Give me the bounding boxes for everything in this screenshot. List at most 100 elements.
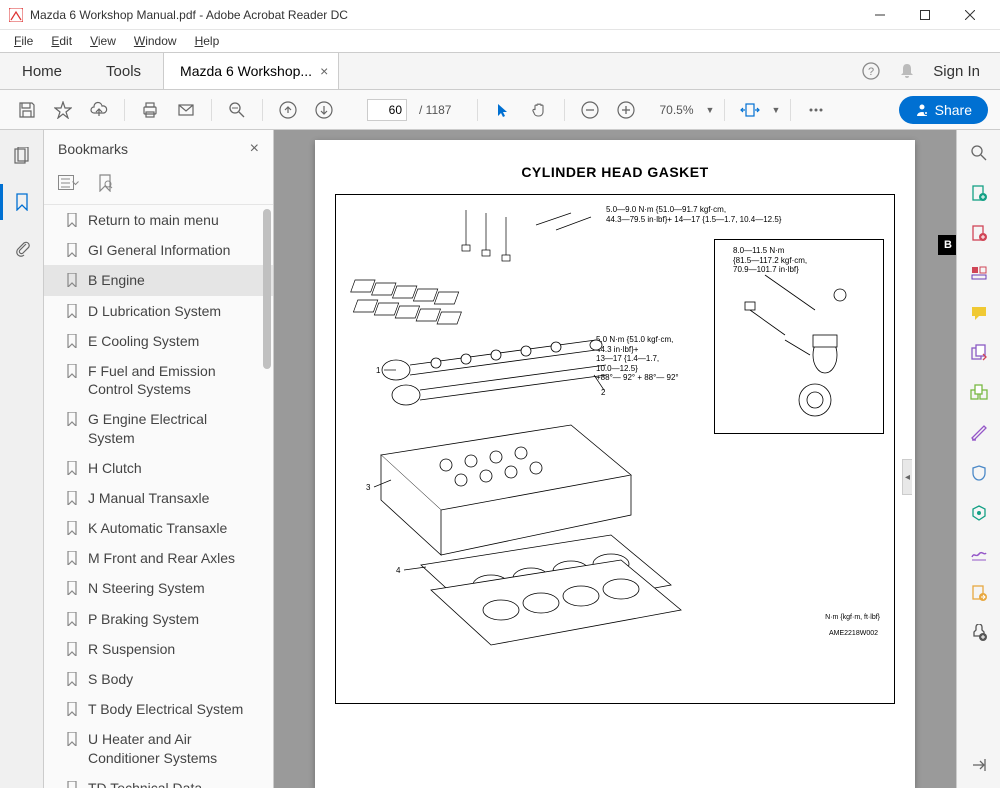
tab-document[interactable]: Mazda 6 Workshop... × <box>163 53 339 89</box>
bookmark-item[interactable]: F Fuel and Emission Control Systems <box>44 356 273 404</box>
bookmark-label: D Lubrication System <box>88 302 261 320</box>
comment-icon[interactable] <box>968 302 990 324</box>
bookmark-item[interactable]: TD Technical Data <box>44 773 273 788</box>
zoom-level-label[interactable]: 70.5% <box>655 101 697 119</box>
bookmark-ribbon-icon <box>66 461 80 475</box>
bookmark-item[interactable]: R Suspension <box>44 634 273 664</box>
prev-page-icon[interactable] <box>273 95 303 125</box>
email-icon[interactable] <box>171 95 201 125</box>
bookmark-label: S Body <box>88 670 261 688</box>
create-pdf-icon[interactable] <box>968 222 990 244</box>
selection-tool-icon[interactable] <box>488 95 518 125</box>
figure-id: AME2218W002 <box>829 630 878 637</box>
signin-link[interactable]: Sign In <box>933 63 980 80</box>
expand-panel-icon[interactable] <box>968 754 990 776</box>
help-icon[interactable]: ? <box>861 61 881 81</box>
thumbnails-icon[interactable] <box>8 142 36 170</box>
fill-sign-icon[interactable] <box>968 542 990 564</box>
bookmark-item[interactable]: J Manual Transaxle <box>44 483 273 513</box>
star-icon[interactable] <box>48 95 78 125</box>
fit-width-icon[interactable] <box>735 95 765 125</box>
left-rail <box>0 130 44 788</box>
bookmark-ribbon-icon <box>66 781 80 788</box>
page-number-input[interactable] <box>367 99 407 121</box>
bookmarks-icon[interactable] <box>8 188 36 216</box>
bookmark-item[interactable]: B Engine <box>44 265 273 295</box>
document-view[interactable]: B CYLINDER HEAD GASKET 5.0—9.0 N·m {51.0… <box>274 130 956 788</box>
tabbar: Home Tools Mazda 6 Workshop... × ? Sign … <box>0 52 1000 90</box>
more-tools-right-icon[interactable] <box>968 622 990 644</box>
tab-home[interactable]: Home <box>0 53 84 89</box>
menu-view[interactable]: View <box>82 32 124 50</box>
bookmark-label: N Steering System <box>88 579 261 597</box>
bookmark-ribbon-icon <box>66 334 80 348</box>
bookmark-item[interactable]: E Cooling System <box>44 326 273 356</box>
window-controls <box>857 0 992 30</box>
print-icon[interactable] <box>135 95 165 125</box>
bookmark-label: M Front and Rear Axles <box>88 549 261 567</box>
tab-close-icon[interactable]: × <box>320 63 328 79</box>
bookmark-item[interactable]: M Front and Rear Axles <box>44 543 273 573</box>
more-tools-icon[interactable] <box>801 95 831 125</box>
bookmark-item[interactable]: K Automatic Transaxle <box>44 513 273 543</box>
bookmarks-options-icon[interactable] <box>58 172 80 194</box>
combine-files-icon[interactable] <box>968 342 990 364</box>
find-icon[interactable] <box>222 95 252 125</box>
compress-icon[interactable] <box>968 502 990 524</box>
zoom-out-icon[interactable] <box>575 95 605 125</box>
zoom-in-icon[interactable] <box>611 95 641 125</box>
bookmarks-list[interactable]: Return to main menu GI General Informatio… <box>44 205 273 788</box>
bookmarks-scrollbar[interactable] <box>263 209 271 369</box>
right-panel-collapse-handle[interactable]: ◂ <box>902 459 912 495</box>
window-title: Mazda 6 Workshop Manual.pdf - Adobe Acro… <box>30 8 857 22</box>
bookmark-item[interactable]: GI General Information <box>44 235 273 265</box>
hand-tool-icon[interactable] <box>524 95 554 125</box>
units-footnote: N·m {kgf·m, ft·lbf} <box>825 614 880 621</box>
bookmark-item[interactable]: Return to main menu <box>44 205 273 235</box>
bookmark-item[interactable]: U Heater and Air Conditioner Systems <box>44 724 273 772</box>
pdf-icon <box>8 7 24 23</box>
diagram: 5.0—9.0 N·m {51.0—91.7 kgf·cm, 44.3—79.5… <box>335 194 895 704</box>
next-page-icon[interactable] <box>309 95 339 125</box>
bookmarks-panel: Bookmarks × Return to main menuGI Genera… <box>44 130 274 788</box>
share-button-label: Share <box>935 102 972 118</box>
edit-pdf-icon[interactable] <box>968 262 990 284</box>
cloud-icon[interactable] <box>84 95 114 125</box>
bookmarks-find-icon[interactable] <box>94 172 116 194</box>
bookmark-label: G Engine Electrical System <box>88 410 261 446</box>
bookmark-ribbon-icon <box>66 551 80 565</box>
bookmark-item[interactable]: N Steering System <box>44 573 273 603</box>
bookmark-label: T Body Electrical System <box>88 700 261 718</box>
bookmark-item[interactable]: T Body Electrical System <box>44 694 273 724</box>
zoom-dropdown-icon[interactable]: ▼ <box>706 105 715 115</box>
bookmark-item[interactable]: H Clutch <box>44 453 273 483</box>
menu-window[interactable]: Window <box>126 32 185 50</box>
redact-icon[interactable] <box>968 422 990 444</box>
bookmark-item[interactable]: D Lubrication System <box>44 296 273 326</box>
send-icon[interactable] <box>968 582 990 604</box>
attachments-icon[interactable] <box>8 234 36 262</box>
organize-icon[interactable] <box>968 382 990 404</box>
share-button[interactable]: Share <box>899 96 988 124</box>
menu-file[interactable]: File <box>6 32 41 50</box>
bookmark-item[interactable]: G Engine Electrical System <box>44 404 273 452</box>
menu-edit[interactable]: Edit <box>43 32 80 50</box>
bookmark-ribbon-icon <box>66 581 80 595</box>
save-icon[interactable] <box>12 95 42 125</box>
bookmark-label: GI General Information <box>88 241 261 259</box>
menu-help[interactable]: Help <box>187 32 228 50</box>
search-tool-icon[interactable] <box>968 142 990 164</box>
bookmarks-close-icon[interactable]: × <box>250 140 259 158</box>
page-total-label: / 1187 <box>419 103 451 117</box>
tab-tools[interactable]: Tools <box>84 53 163 89</box>
protect-icon[interactable] <box>968 462 990 484</box>
bookmark-item[interactable]: S Body <box>44 664 273 694</box>
titlebar: Mazda 6 Workshop Manual.pdf - Adobe Acro… <box>0 0 1000 30</box>
minimize-button[interactable] <box>857 0 902 30</box>
export-pdf-icon[interactable] <box>968 182 990 204</box>
bookmark-item[interactable]: P Braking System <box>44 604 273 634</box>
bell-icon[interactable] <box>897 61 917 81</box>
maximize-button[interactable] <box>902 0 947 30</box>
close-button[interactable] <box>947 0 992 30</box>
fit-dropdown-icon[interactable]: ▼ <box>771 105 780 115</box>
